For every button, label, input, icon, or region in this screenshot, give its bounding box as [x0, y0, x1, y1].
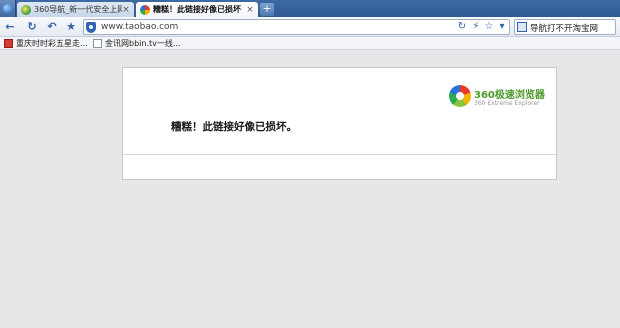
page-content: 360极速浏览器 360 Extreme Explorer 糟糕！此链接好像已损…	[0, 51, 620, 328]
refresh-icon[interactable]: ↻	[25, 20, 39, 34]
360-browser-favicon-icon	[140, 4, 150, 15]
undo-close-icon[interactable]: ↶	[45, 20, 59, 34]
error-panel: 360极速浏览器 360 Extreme Explorer 糟糕！此链接好像已损…	[122, 67, 557, 180]
tab-close-icon[interactable]: ×	[122, 5, 130, 15]
bookmark-label: 金讯网bbin.tv一线...	[105, 39, 181, 48]
tab-360-navigation[interactable]: 360导航_新一代安全上网导航 ×	[17, 2, 134, 17]
back-arrow-icon[interactable]: ←	[3, 20, 17, 34]
browser-logo-icon	[3, 4, 12, 13]
new-tab-button[interactable]: +	[260, 3, 274, 16]
bookmarks-bar: 重庆时时彩五星走... 金讯网bbin.tv一线...	[0, 37, 620, 50]
address-dropdown-icon[interactable]: ▾	[496, 21, 508, 33]
brand-subtitle: 360 Extreme Explorer	[474, 100, 540, 107]
tab-label: 360导航_新一代安全上网导航	[34, 5, 122, 14]
search-box[interactable]: 导航打不开淘宝网	[514, 19, 616, 35]
360-browser-logo-icon	[449, 85, 471, 107]
security-shield-icon[interactable]	[86, 22, 96, 33]
bookmark-favicon-icon	[4, 39, 13, 48]
360-nav-favicon-icon	[21, 4, 31, 15]
navigation-toolbar: ← ↻ ↶ ★ www.taobao.com ↻ ⚡ ☆ ▾ 导航打不开淘宝网	[0, 17, 620, 37]
page-icon	[93, 39, 102, 48]
tab-broken-link[interactable]: 糟糕！此链接好像已损坏 ×	[136, 2, 258, 17]
tab-strip: 360导航_新一代安全上网导航 × 糟糕！此链接好像已损坏 × +	[0, 0, 620, 17]
error-message: 糟糕！此链接好像已损坏。	[171, 121, 297, 133]
bookmark-label: 重庆时时彩五星走...	[16, 39, 88, 48]
tab-label: 糟糕！此链接好像已损坏	[153, 5, 241, 14]
bookmark-star-icon[interactable]: ☆	[483, 21, 495, 33]
search-text[interactable]: 导航打不开淘宝网	[530, 22, 598, 34]
flash-mode-icon[interactable]: ⚡	[470, 21, 482, 33]
brand-name: 360极速浏览器	[474, 90, 545, 101]
search-engine-icon[interactable]	[517, 22, 527, 32]
bookmark-item[interactable]: 重庆时时彩五星走...	[4, 38, 88, 49]
divider	[123, 154, 556, 155]
tab-close-icon[interactable]: ×	[246, 5, 254, 15]
browser-menu-button[interactable]	[0, 0, 16, 17]
reload-icon[interactable]: ↻	[456, 21, 468, 33]
bookmark-item[interactable]: 金讯网bbin.tv一线...	[93, 38, 181, 49]
address-bar[interactable]: www.taobao.com ↻ ⚡ ☆ ▾	[83, 19, 510, 35]
favorites-star-icon[interactable]: ★	[64, 20, 78, 34]
address-text[interactable]: www.taobao.com	[101, 22, 178, 32]
